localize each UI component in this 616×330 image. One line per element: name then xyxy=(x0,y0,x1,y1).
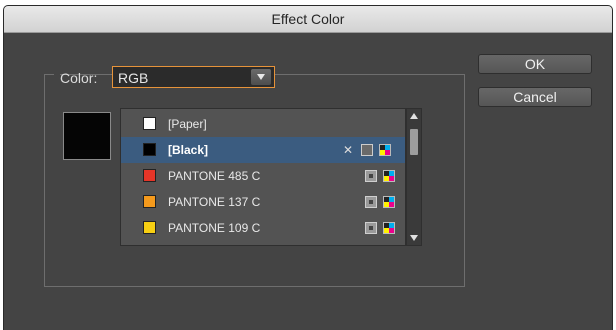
swatch-item-black[interactable]: [Black] ✕ xyxy=(121,137,405,163)
none-icon xyxy=(361,144,373,156)
scroll-down-icon[interactable] xyxy=(410,235,418,241)
cmyk-icon xyxy=(383,196,395,208)
cmyk-icon xyxy=(379,144,391,156)
swatch-list: [Paper] [Black] ✕ PANTONE 485 C PANTONE … xyxy=(120,108,406,246)
color-mode-row: Color: RGB xyxy=(54,66,275,90)
ok-button[interactable]: OK xyxy=(478,54,592,74)
dialog-title: Effect Color xyxy=(271,11,345,27)
color-preview-swatch xyxy=(63,112,111,160)
swatch-chip xyxy=(143,143,156,156)
swatch-list-scrollbar[interactable] xyxy=(406,108,422,246)
no-edit-icon: ✕ xyxy=(343,143,354,157)
swatch-label: [Paper] xyxy=(168,117,207,131)
swatch-chip xyxy=(143,169,156,182)
cancel-button[interactable]: Cancel xyxy=(478,87,592,107)
scroll-up-icon[interactable] xyxy=(410,113,418,119)
color-mode-dropdown[interactable]: RGB xyxy=(112,66,275,88)
scroll-thumb[interactable] xyxy=(410,129,418,155)
effect-color-dialog: Effect Color Color: RGB [Paper] [Black] … xyxy=(4,6,612,330)
spot-color-icon xyxy=(365,222,377,234)
cmyk-icon xyxy=(383,222,395,234)
swatch-item-pantone-137c[interactable]: PANTONE 137 C xyxy=(121,189,405,215)
color-mode-value: RGB xyxy=(118,70,149,86)
spot-color-icon xyxy=(365,196,377,208)
cmyk-icon xyxy=(383,170,395,182)
swatch-label: PANTONE 109 C xyxy=(168,221,261,235)
swatch-label: PANTONE 485 C xyxy=(168,169,261,183)
swatch-label: PANTONE 137 C xyxy=(168,195,261,209)
chevron-down-icon[interactable] xyxy=(251,69,271,85)
swatch-item-paper[interactable]: [Paper] xyxy=(121,111,405,137)
swatch-label: [Black] xyxy=(168,143,209,157)
swatch-chip xyxy=(143,195,156,208)
swatch-item-pantone-109c[interactable]: PANTONE 109 C xyxy=(121,215,405,241)
swatch-chip xyxy=(143,117,156,130)
swatch-chip xyxy=(143,221,156,234)
swatch-item-pantone-485c[interactable]: PANTONE 485 C xyxy=(121,163,405,189)
title-bar[interactable]: Effect Color xyxy=(4,6,612,33)
spot-color-icon xyxy=(365,170,377,182)
color-label: Color: xyxy=(60,70,98,86)
